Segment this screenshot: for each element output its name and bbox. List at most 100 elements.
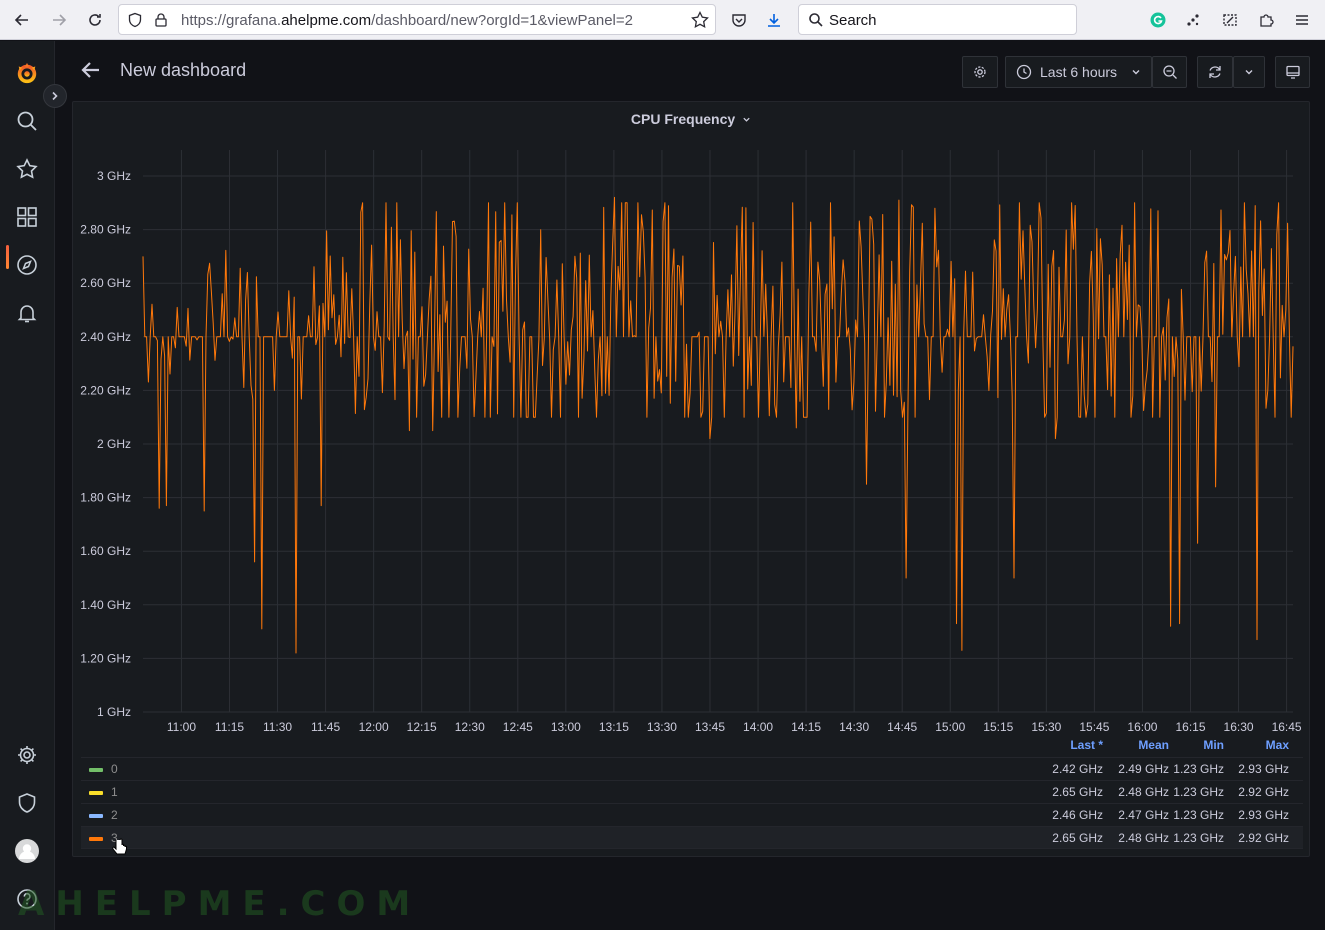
x-tick-label: 13:45 [695, 720, 725, 734]
last-value: 2.46 GHz [1052, 808, 1103, 822]
reload-icon[interactable] [83, 8, 107, 32]
x-tick-label: 11:30 [263, 720, 292, 734]
x-tick-label: 11:45 [311, 720, 340, 734]
dashboard-title[interactable]: New dashboard [120, 60, 246, 81]
search-icon [808, 12, 824, 33]
x-tick-label: 13:15 [599, 720, 629, 734]
mean-value: 2.48 GHz [1118, 785, 1169, 799]
download-icon[interactable] [762, 8, 786, 32]
series-color-swatch[interactable] [89, 814, 103, 818]
y-tick-label: 1 GHz [97, 705, 131, 719]
x-tick-label: 14:45 [887, 720, 917, 734]
x-tick-label: 14:00 [743, 720, 773, 734]
dashboards-icon[interactable] [15, 205, 39, 229]
last-value: 2.65 GHz [1052, 785, 1103, 799]
y-tick-label: 1.80 GHz [80, 491, 131, 505]
explore-icon[interactable] [15, 253, 39, 277]
y-tick-label: 2.80 GHz [80, 223, 131, 237]
starred-icon[interactable] [15, 157, 39, 181]
series-color-swatch[interactable] [89, 768, 103, 772]
grammarly-icon[interactable] [1146, 8, 1170, 32]
series-color-swatch[interactable] [89, 837, 103, 841]
legend-row[interactable]: 3 2.65 GHz 2.48 GHz 1.23 GHz 2.92 GHz [81, 826, 1303, 849]
x-tick-label: 11:00 [167, 720, 196, 734]
chevron-right-icon [52, 91, 58, 101]
y-tick-label: 1.60 GHz [80, 544, 131, 558]
x-tick-label: 16:45 [1272, 720, 1302, 734]
url-bar[interactable]: https://grafana.ahelpme.com/dashboard/ne… [118, 4, 716, 35]
y-tick-label: 3 GHz [97, 169, 131, 183]
watermark-logo: AHELPME.COM [18, 884, 422, 924]
x-tick-label: 16:15 [1175, 720, 1205, 734]
dashboard-settings-button[interactable] [962, 56, 998, 88]
chevron-down-icon [1132, 70, 1140, 75]
legend-header-last[interactable]: Last * [1031, 738, 1103, 754]
browser-search-input[interactable]: Search [798, 4, 1077, 35]
legend-row[interactable]: 1 2.65 GHz 2.48 GHz 1.23 GHz 2.92 GHz [81, 780, 1303, 803]
grafana-sidemenu [0, 41, 55, 930]
x-tick-label: 12:45 [503, 720, 533, 734]
search-placeholder: Search [829, 12, 877, 29]
monitor-icon [1285, 65, 1300, 79]
y-tick-label: 2.60 GHz [80, 276, 131, 290]
legend-row[interactable]: 2 2.46 GHz 2.47 GHz 1.23 GHz 2.93 GHz [81, 803, 1303, 826]
x-tick-label: 16:00 [1127, 720, 1157, 734]
x-tick-label: 12:00 [359, 720, 389, 734]
series-name[interactable]: 1 [111, 785, 118, 799]
x-tick-label: 12:30 [455, 720, 485, 734]
series-name[interactable]: 0 [111, 762, 118, 776]
hand-cursor-icon [112, 838, 127, 855]
x-tick-label: 13:30 [647, 720, 677, 734]
cycle-view-mode-button[interactable] [1275, 56, 1310, 88]
max-value: 2.93 GHz [1238, 808, 1289, 822]
configuration-icon[interactable] [15, 743, 39, 767]
extension-dots-icon[interactable] [1181, 8, 1205, 32]
max-value: 2.92 GHz [1238, 831, 1289, 845]
refresh-interval-dropdown[interactable] [1233, 56, 1265, 88]
cpu-frequency-chart[interactable]: 3 GHz 2.80 GHz 2.60 GHz 2.40 GHz 2.20 GHz 2 G… [73, 102, 1309, 736]
dashboard-navbar: New dashboard Last 6 hours [55, 41, 1325, 101]
grafana-logo-icon[interactable] [15, 61, 39, 85]
lock-icon[interactable] [153, 12, 169, 33]
legend-header-max[interactable]: Max [1224, 738, 1289, 754]
url-text: https://grafana.ahelpme.com/dashboard/ne… [181, 12, 633, 29]
legend-header-min[interactable]: Min [1169, 738, 1224, 754]
series-name[interactable]: 2 [111, 808, 118, 822]
x-tick-label: 16:30 [1224, 720, 1254, 734]
active-indicator [6, 245, 9, 269]
y-tick-label: 1.40 GHz [80, 598, 131, 612]
legend-row[interactable]: 0 2.42 GHz 2.49 GHz 1.23 GHz 2.93 GHz [81, 757, 1303, 780]
extensions-puzzle-icon[interactable] [1254, 8, 1278, 32]
back-arrow-icon[interactable] [10, 8, 34, 32]
zoom-out-button[interactable] [1152, 56, 1187, 88]
search-icon[interactable] [15, 109, 39, 133]
x-tick-label: 12:15 [407, 720, 437, 734]
legend-header-mean[interactable]: Mean [1103, 738, 1169, 754]
time-range-picker[interactable]: Last 6 hours [1005, 56, 1152, 88]
refresh-button[interactable] [1197, 56, 1233, 88]
pocket-icon[interactable] [727, 8, 751, 32]
zoom-out-icon [1162, 65, 1177, 79]
series-color-swatch[interactable] [89, 791, 103, 795]
forward-arrow-icon[interactable] [47, 8, 71, 32]
x-tick-label: 15:30 [1031, 720, 1061, 734]
max-value: 2.92 GHz [1238, 785, 1289, 799]
shield-icon[interactable] [127, 12, 143, 33]
screenshot-icon[interactable] [1218, 8, 1242, 32]
last-value: 2.65 GHz [1052, 831, 1103, 845]
bookmark-star-icon[interactable] [691, 11, 709, 34]
x-tick-label: 15:15 [983, 720, 1013, 734]
profile-avatar[interactable] [15, 839, 39, 863]
browser-toolbar: https://grafana.ahelpme.com/dashboard/ne… [0, 0, 1325, 40]
y-tick-label: 2 GHz [97, 437, 131, 451]
hamburger-menu-icon[interactable] [1290, 8, 1314, 32]
alerting-icon[interactable] [15, 301, 39, 325]
expand-menu-button[interactable] [43, 84, 67, 108]
mean-value: 2.48 GHz [1118, 831, 1169, 845]
back-to-dashboard-icon[interactable] [79, 58, 103, 82]
mean-value: 2.49 GHz [1118, 762, 1169, 776]
refresh-icon [1209, 66, 1221, 78]
min-value: 1.23 GHz [1173, 785, 1224, 799]
server-admin-icon[interactable] [15, 791, 39, 815]
x-tick-label: 14:30 [839, 720, 869, 734]
